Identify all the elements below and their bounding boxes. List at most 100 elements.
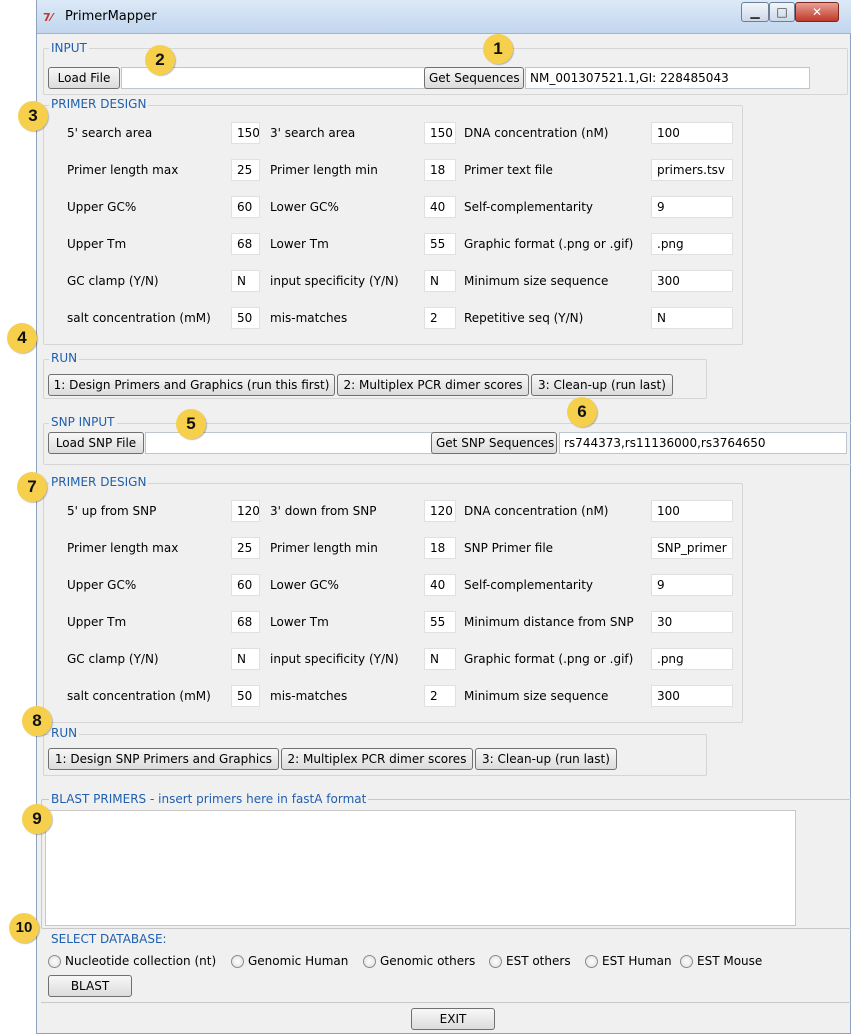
design-primers-button[interactable]: 1: Design Primers and Graphics (run this… xyxy=(48,374,335,396)
database-radio[interactable] xyxy=(680,955,693,968)
snp-multiplex-dimer-button[interactable]: 2: Multiplex PCR dimer scores xyxy=(281,748,473,770)
param-label: 3' down from SNP xyxy=(270,504,377,518)
param-label: Upper Tm xyxy=(67,237,127,251)
blast-button[interactable]: BLAST xyxy=(48,975,132,997)
callout-badge-6: 6 xyxy=(567,397,597,427)
database-option-label[interactable]: EST others xyxy=(506,953,571,969)
window-title: PrimerMapper xyxy=(65,9,157,24)
param-value-field[interactable]: SNP_primer xyxy=(651,537,733,559)
database-radio[interactable] xyxy=(585,955,598,968)
callout-badge-8: 8 xyxy=(22,706,52,736)
param-value-field[interactable]: 9 xyxy=(651,574,733,596)
load-file-button[interactable]: Load File xyxy=(48,67,120,89)
database-option-label[interactable]: Nucleotide collection (nt) xyxy=(65,953,216,969)
param-value-field[interactable]: 18 xyxy=(424,159,456,181)
param-value-field[interactable]: 25 xyxy=(231,159,260,181)
multiplex-dimer-button[interactable]: 2: Multiplex PCR dimer scores xyxy=(337,374,529,396)
callout-badge-7: 7 xyxy=(17,472,47,502)
param-value-field[interactable]: 300 xyxy=(651,685,733,707)
database-option-label[interactable]: Genomic Human xyxy=(248,953,348,969)
param-label: Upper GC% xyxy=(67,578,137,592)
param-value-field[interactable]: 60 xyxy=(231,196,260,218)
param-value-field[interactable]: 120 xyxy=(231,500,260,522)
param-value-field[interactable]: .png xyxy=(651,233,733,255)
footer-divider xyxy=(41,1002,851,1003)
param-value-field[interactable]: 40 xyxy=(424,196,456,218)
param-label: 5' up from SNP xyxy=(67,504,157,518)
main-window: 7⁄ PrimerMapper ▁ □ ✕ INPUT Load File Ge… xyxy=(36,0,851,1034)
cleanup-button[interactable]: 3: Clean-up (run last) xyxy=(531,374,673,396)
param-value-field[interactable]: 100 xyxy=(651,500,733,522)
snp-ids-input[interactable] xyxy=(559,432,847,454)
param-label: Primer length min xyxy=(270,541,378,555)
param-value-field[interactable]: 120 xyxy=(424,500,456,522)
param-label: 3' search area xyxy=(270,126,356,140)
param-value-field[interactable]: N xyxy=(651,307,733,329)
param-label: SNP Primer file xyxy=(464,541,554,555)
param-value-field[interactable]: 150 xyxy=(231,122,260,144)
callout-badge-1: 1 xyxy=(483,34,513,64)
callout-badge-10: 10 xyxy=(9,913,39,943)
param-label: Lower GC% xyxy=(270,578,339,592)
get-snp-sequences-button[interactable]: Get SNP Sequences xyxy=(431,432,557,454)
design-snp-primers-button[interactable]: 1: Design SNP Primers and Graphics xyxy=(48,748,279,770)
param-label: Minimum size sequence xyxy=(464,274,609,288)
param-label: salt concentration (mM) xyxy=(67,311,211,325)
param-value-field[interactable]: .png xyxy=(651,648,733,670)
database-option-label[interactable]: EST Mouse xyxy=(697,953,762,969)
param-value-field[interactable]: 300 xyxy=(651,270,733,292)
param-value-field[interactable]: 100 xyxy=(651,122,733,144)
snp-primer-design-label: PRIMER DESIGN xyxy=(49,475,149,489)
database-option-label[interactable]: EST Human xyxy=(602,953,672,969)
param-value-field[interactable]: 68 xyxy=(231,233,260,255)
param-label: Lower Tm xyxy=(270,237,329,251)
database-radio[interactable] xyxy=(48,955,61,968)
database-radio[interactable] xyxy=(231,955,244,968)
param-value-field[interactable]: 68 xyxy=(231,611,260,633)
param-value-field[interactable]: 55 xyxy=(424,611,456,633)
param-value-field[interactable]: 55 xyxy=(424,233,456,255)
param-value-field[interactable]: 2 xyxy=(424,307,456,329)
param-value-field[interactable]: N xyxy=(231,648,260,670)
accession-input[interactable] xyxy=(525,67,810,89)
snp-cleanup-button[interactable]: 3: Clean-up (run last) xyxy=(475,748,617,770)
blast-primers-textarea[interactable] xyxy=(45,810,796,926)
param-value-field[interactable]: 40 xyxy=(424,574,456,596)
param-value-field[interactable]: 60 xyxy=(231,574,260,596)
param-value-field[interactable]: 18 xyxy=(424,537,456,559)
param-label: Minimum distance from SNP xyxy=(464,615,634,629)
param-value-field[interactable]: 25 xyxy=(231,537,260,559)
get-sequences-button[interactable]: Get Sequences xyxy=(424,67,524,89)
param-value-field[interactable]: 50 xyxy=(231,307,260,329)
param-label: input specificity (Y/N) xyxy=(270,652,399,666)
param-label: Self-complementarity xyxy=(464,200,594,214)
param-value-field[interactable]: 50 xyxy=(231,685,260,707)
param-value-field[interactable]: N xyxy=(424,270,456,292)
primer-design-label: PRIMER DESIGN xyxy=(49,97,149,111)
run-group-label: RUN xyxy=(49,351,80,365)
exit-button[interactable]: EXIT xyxy=(411,1008,495,1030)
database-option-label[interactable]: Genomic others xyxy=(380,953,475,969)
callout-badge-5: 5 xyxy=(176,409,206,439)
maximize-button[interactable]: □ xyxy=(769,2,795,22)
minimize-button[interactable]: ▁ xyxy=(741,2,769,22)
param-value-field[interactable]: N xyxy=(424,648,456,670)
param-value-field[interactable]: 9 xyxy=(651,196,733,218)
param-label: Minimum size sequence xyxy=(464,689,609,703)
param-label: DNA concentration (nM) xyxy=(464,504,609,518)
param-value-field[interactable]: N xyxy=(231,270,260,292)
param-value-field[interactable]: 150 xyxy=(424,122,456,144)
param-label: Primer text file xyxy=(464,163,553,177)
database-radio[interactable] xyxy=(489,955,502,968)
load-snp-file-button[interactable]: Load SNP File xyxy=(48,432,144,454)
blast-label: BLAST PRIMERS - insert primers here in f… xyxy=(49,792,369,806)
param-value-field[interactable]: primers.tsv xyxy=(651,159,733,181)
param-value-field[interactable]: 30 xyxy=(651,611,733,633)
param-label: input specificity (Y/N) xyxy=(270,274,399,288)
callout-badge-4: 4 xyxy=(7,323,37,353)
file-path-input[interactable] xyxy=(121,67,459,89)
close-button[interactable]: ✕ xyxy=(795,2,839,22)
param-value-field[interactable]: 2 xyxy=(424,685,456,707)
database-radio[interactable] xyxy=(363,955,376,968)
param-label: Primer length min xyxy=(270,163,378,177)
